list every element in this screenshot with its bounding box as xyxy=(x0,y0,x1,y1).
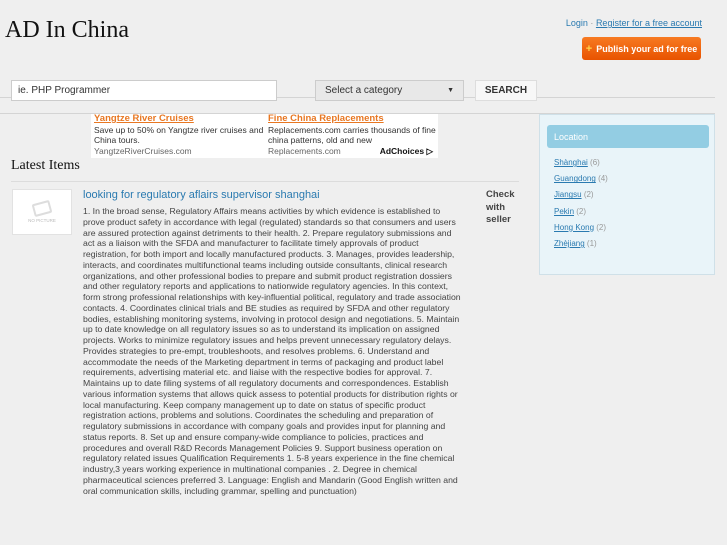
location-item: Guangdong (4) xyxy=(554,171,608,187)
separator: · xyxy=(590,18,594,28)
ad-text: Save up to 50% on Yangtze river cruises … xyxy=(94,124,264,146)
ad-text: Replacements.com carries thousands of fi… xyxy=(268,124,436,146)
search-input[interactable]: ie. PHP Programmer xyxy=(11,80,277,101)
location-count: (4) xyxy=(598,174,608,184)
item-title-link[interactable]: looking for regulatory aflairs superviso… xyxy=(83,189,320,201)
divider xyxy=(11,181,519,182)
ad-title[interactable]: Yangtze River Cruises xyxy=(94,114,266,125)
item-thumbnail[interactable]: NO PICTURE xyxy=(12,189,72,235)
no-picture-label: NO PICTURE xyxy=(28,217,56,223)
location-count: (2) xyxy=(576,206,587,216)
site-logo[interactable]: AD In China xyxy=(5,17,129,44)
publish-label: Publish your ad for free xyxy=(596,43,698,54)
item-description: 1. In the broad sense, Regulatory Affair… xyxy=(83,206,461,496)
ad-url[interactable]: YangtzeRiverCruises.com xyxy=(94,146,266,157)
location-count: (2) xyxy=(583,190,594,200)
account-links: Login · Register for a free account xyxy=(566,18,702,28)
location-link[interactable]: Jiangsu xyxy=(554,190,582,199)
item-price: Check with seller xyxy=(486,189,515,225)
location-item: Pekin (2) xyxy=(554,204,608,220)
publish-ad-button[interactable]: + Publish your ad for free xyxy=(582,37,701,60)
ad-title[interactable]: Fine China Replacements xyxy=(268,114,438,125)
plus-icon: + xyxy=(585,42,593,55)
location-link[interactable]: Hong Kong xyxy=(554,223,594,232)
register-link[interactable]: Register for a free account xyxy=(596,18,702,28)
search-button[interactable]: SEARCH xyxy=(475,80,537,101)
location-count: (2) xyxy=(596,222,607,232)
location-item: Zhèjiang (1) xyxy=(554,236,608,252)
location-link[interactable]: Zhèjiang xyxy=(554,239,585,248)
location-count: (1) xyxy=(586,239,597,249)
location-item: Shànghai (6) xyxy=(554,155,608,171)
picture-icon xyxy=(31,199,53,217)
ad-banner: Yangtze River Cruises Save up to 50% on … xyxy=(91,114,438,158)
ad-item[interactable]: Yangtze River Cruises Save up to 50% on … xyxy=(94,114,266,156)
location-link[interactable]: Pekin xyxy=(554,207,574,216)
location-list: Shànghai (6) Guangdong (4) Jiangsu (2) P… xyxy=(554,155,608,252)
location-item: Hong Kong (2) xyxy=(554,220,608,236)
chevron-down-icon: ▼ xyxy=(447,87,454,94)
adchoices-link[interactable]: AdChoices ▷ xyxy=(379,146,433,157)
location-link[interactable]: Shànghai xyxy=(554,158,588,167)
location-sidebar: Location Shànghai (6) Guangdong (4) Jian… xyxy=(539,114,715,275)
location-item: Jiangsu (2) xyxy=(554,187,608,203)
location-count: (6) xyxy=(590,158,600,167)
category-select[interactable]: Select a category ▼ xyxy=(315,80,464,101)
section-heading: Latest Items xyxy=(11,158,80,173)
login-link[interactable]: Login xyxy=(566,18,588,28)
category-label: Select a category xyxy=(325,85,403,96)
location-heading: Location xyxy=(547,125,709,148)
location-link[interactable]: Guangdong xyxy=(554,174,596,183)
